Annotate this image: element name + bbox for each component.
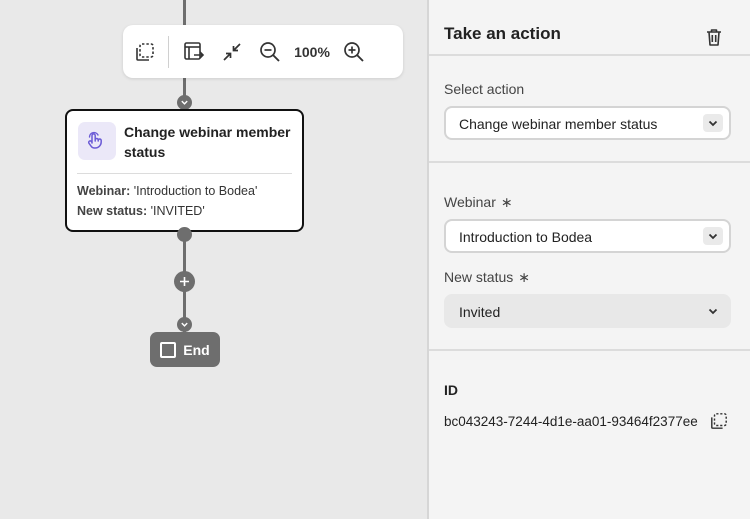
webinar-value: Introduction to Bodea [459, 229, 593, 245]
action-properties-panel: Take an action Select action Change webi… [427, 0, 750, 519]
chevron-down-icon [703, 114, 723, 132]
touch-hand-icon [87, 131, 102, 149]
zoom-out-icon [260, 41, 280, 62]
chevron-down-icon [703, 302, 723, 320]
end-input-port [177, 317, 192, 332]
select-area-button[interactable] [126, 33, 164, 71]
node-input-port [177, 95, 192, 110]
select-area-icon [136, 42, 154, 61]
connector-top [183, 0, 186, 25]
node-divider [77, 173, 292, 174]
zoom-out-button[interactable] [251, 33, 289, 71]
copy-icon [711, 413, 727, 429]
node-status-line: New status: 'INVITED' [77, 204, 205, 218]
node-webinar-line: Webinar: 'Introduction to Bodea' [77, 184, 257, 198]
select-action-label: Select action [444, 81, 525, 97]
collapse-icon [223, 42, 241, 61]
node-icon-tile [78, 122, 116, 160]
select-action-value: Change webinar member status [459, 116, 658, 132]
chevron-down-icon [181, 322, 188, 327]
id-value: bc043243-7244-4d1e-aa01-93464f2377ee [444, 414, 698, 429]
auto-layout-button[interactable] [175, 33, 213, 71]
webinar-label: Webinar ∗ [444, 194, 513, 211]
collapse-button[interactable] [213, 33, 251, 71]
node-status-key: New status: [77, 204, 148, 218]
webinar-dropdown[interactable]: Introduction to Bodea [444, 219, 731, 253]
section-divider [429, 161, 750, 163]
end-node[interactable]: End [150, 332, 220, 367]
section-divider [429, 349, 750, 351]
webinar-label-text: Webinar [444, 194, 496, 210]
node-webinar-value: 'Introduction to Bodea' [133, 184, 258, 198]
flow-canvas[interactable]: 100% Change webinar member status Webina… [0, 0, 427, 519]
panel-header: Take an action [429, 0, 750, 56]
id-label: ID [444, 382, 458, 398]
select-action-dropdown[interactable]: Change webinar member status [444, 106, 731, 140]
toolbar-divider [168, 35, 169, 68]
node-status-value: 'INVITED' [150, 204, 205, 218]
zoom-in-button[interactable] [335, 33, 373, 71]
delete-button[interactable] [702, 25, 726, 49]
chevron-down-icon [703, 227, 723, 245]
zoom-level: 100% [294, 43, 330, 60]
new-status-value: Invited [459, 304, 501, 320]
new-status-label-text: New status [444, 269, 514, 285]
canvas-toolbar: 100% [123, 25, 403, 78]
new-status-dropdown[interactable]: Invited [444, 294, 731, 328]
end-label: End [183, 341, 210, 358]
trash-icon [707, 29, 721, 46]
auto-layout-icon [184, 41, 205, 60]
node-title: Change webinar member status [124, 124, 291, 160]
required-asterisk: ∗ [500, 194, 513, 210]
copy-id-button[interactable] [709, 411, 729, 431]
plus-icon [180, 277, 189, 286]
panel-title: Take an action [444, 24, 561, 43]
end-square-icon [160, 341, 177, 358]
add-step-button[interactable] [174, 271, 195, 292]
chevron-down-icon [181, 100, 188, 105]
node-webinar-key: Webinar: [77, 184, 131, 198]
required-asterisk: ∗ [518, 269, 530, 285]
node-output-port [177, 227, 192, 242]
new-status-label: New status ∗ [444, 269, 530, 286]
zoom-in-icon [344, 41, 364, 62]
action-node[interactable]: Change webinar member status Webinar: 'I… [65, 109, 304, 232]
